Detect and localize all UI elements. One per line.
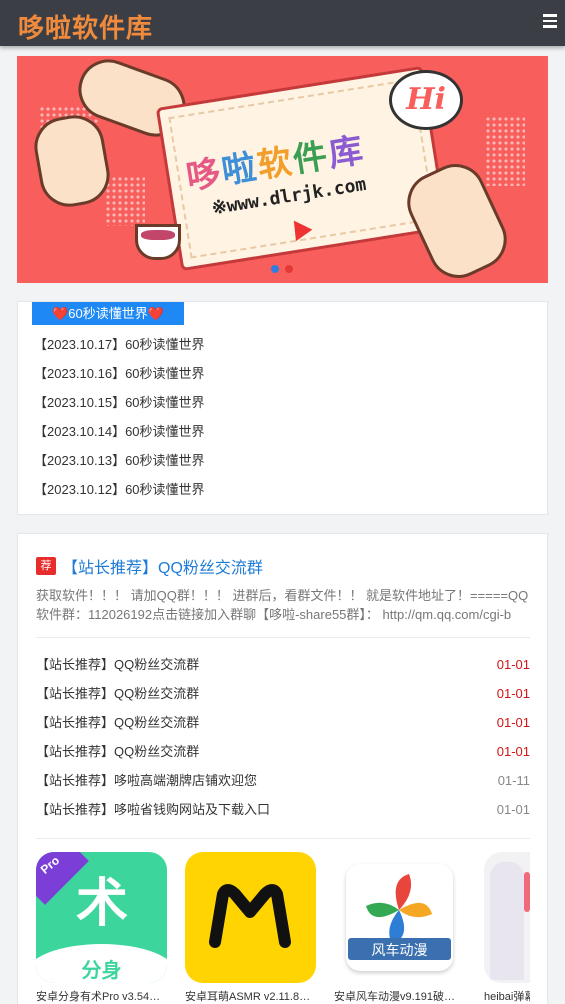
top-nav-bar: 哆啦软件库 (0, 0, 565, 46)
list-item-date: 01-01 (496, 657, 530, 672)
app-tile[interactable]: 风车动漫 安卓风车动漫v9.191破解… (334, 852, 465, 1004)
windmill-anime-app-icon[interactable]: 风车动漫 (334, 852, 465, 983)
app-tile[interactable]: 安卓耳萌ASMR v2.11.8… (185, 852, 316, 1004)
list-item-date: 01-11 (497, 773, 530, 788)
list-item-title[interactable]: 【站长推荐】QQ粉丝交流群 (36, 715, 199, 730)
divider (36, 637, 530, 638)
hero-banner[interactable]: 哆啦软件库 ※www.dlrjk.com Hi (17, 56, 548, 283)
pinwheel-icon (366, 874, 432, 944)
hi-speech-bubble: Hi (389, 70, 463, 130)
recommend-description: 获取软件！！！ 请加QQ群！！！ 进群后，看群文件！！ 就是软件地址了！====… (36, 586, 530, 624)
list-item[interactable]: 【站长推荐】QQ粉丝交流群 01-01 (36, 714, 530, 743)
list-item[interactable]: 【站长推荐】QQ粉丝交流群 01-01 (36, 743, 530, 772)
news-item[interactable]: 【2023.10.15】60秒读懂世界 (34, 394, 205, 423)
app-tile[interactable]: Pro 术 分身 安卓分身有术Pro v3.54… (36, 852, 167, 1004)
recommend-desc-line: 获取软件！！！ 请加QQ群！！！ 进群后，看群文件！！ 就是软件地址了！====… (36, 588, 529, 603)
hamburger-menu-icon[interactable] (543, 14, 557, 28)
news-list: 【2023.10.17】60秒读懂世界 【2023.10.16】60秒读懂世界 … (34, 336, 205, 510)
app-tile[interactable]: heibai弹幕 (484, 852, 530, 1004)
news-item[interactable]: 【2023.10.12】60秒读懂世界 (34, 481, 205, 510)
list-item-date: 01-01 (496, 686, 530, 701)
recommend-badge: 荐 (36, 557, 56, 575)
app-icon-label: 分身 (81, 960, 122, 982)
app-icon-label: 风车动漫 (371, 942, 428, 958)
list-item-date: 01-01 (496, 715, 530, 730)
news-panel: ❤️60秒读懂世界❤️ 【2023.10.17】60秒读懂世界 【2023.10… (17, 301, 548, 515)
carousel-dot-active[interactable] (271, 265, 279, 273)
list-item-date: 01-01 (496, 802, 530, 817)
list-item[interactable]: 【站长推荐】哆啦省钱购网站及下载入口 01-01 (36, 801, 530, 830)
app-caption[interactable]: heibai弹幕 (484, 988, 530, 1004)
news-item[interactable]: 【2023.10.13】60秒读懂世界 (34, 452, 205, 481)
list-item-title[interactable]: 【站长推荐】QQ粉丝交流群 (36, 686, 199, 701)
app-caption[interactable]: 安卓风车动漫v9.191破解… (334, 988, 465, 1004)
list-item-title[interactable]: 【站长推荐】哆啦省钱购网站及下载入口 (36, 802, 270, 817)
news-item[interactable]: 【2023.10.14】60秒读懂世界 (34, 423, 205, 452)
divider (36, 838, 530, 839)
list-item[interactable]: 【站长推荐】QQ粉丝交流群 01-01 (36, 656, 530, 685)
ermeng-asmr-app-icon[interactable] (185, 852, 316, 983)
tab-60s-news[interactable]: ❤️60秒读懂世界❤️ (32, 302, 184, 325)
list-item-title[interactable]: 【站长推荐】QQ粉丝交流群 (36, 744, 199, 759)
m-logo-icon (209, 884, 291, 948)
list-item-date: 01-01 (496, 744, 530, 759)
app-caption[interactable]: 安卓分身有术Pro v3.54… (36, 988, 167, 1004)
split-clone-app-icon[interactable]: Pro 术 分身 (36, 852, 167, 983)
app-tiles-row: Pro 术 分身 安卓分身有术Pro v3.54… 安卓耳萌ASMR v2.11… (36, 852, 530, 1004)
site-logo[interactable]: 哆啦软件库 (18, 8, 153, 45)
list-item[interactable]: 【站长推荐】哆啦高端潮牌店铺欢迎您 01-11 (36, 772, 530, 801)
heibai-app-icon[interactable] (484, 852, 530, 983)
recommend-title-link[interactable]: 【站长推荐】QQ粉丝交流群 (62, 554, 263, 578)
recommend-panel: 荐【站长推荐】QQ粉丝交流群 获取软件！！！ 请加QQ群！！！ 进群后，看群文件… (17, 533, 548, 1004)
news-item[interactable]: 【2023.10.16】60秒读懂世界 (34, 365, 205, 394)
list-item-title[interactable]: 【站长推荐】QQ粉丝交流群 (36, 657, 199, 672)
list-item[interactable]: 【站长推荐】QQ粉丝交流群 01-01 (36, 685, 530, 714)
carousel-dot[interactable] (285, 265, 293, 273)
list-item-title[interactable]: 【站长推荐】哆啦高端潮牌店铺欢迎您 (36, 773, 257, 788)
carousel-indicators[interactable] (271, 260, 299, 278)
teacup-icon (135, 224, 181, 260)
app-caption[interactable]: 安卓耳萌ASMR v2.11.8… (185, 988, 316, 1004)
news-item[interactable]: 【2023.10.17】60秒读懂世界 (34, 336, 205, 365)
ok-hand-illustration (29, 110, 115, 212)
recommend-list: 【站长推荐】QQ粉丝交流群 01-01 【站长推荐】QQ粉丝交流群 01-01 【站… (36, 656, 530, 830)
recommend-desc-line: 软件群：112026192点击链接加入群聊【哆啦-share55群】： http… (36, 607, 512, 622)
recommend-header: 荐【站长推荐】QQ粉丝交流群 (36, 554, 263, 578)
